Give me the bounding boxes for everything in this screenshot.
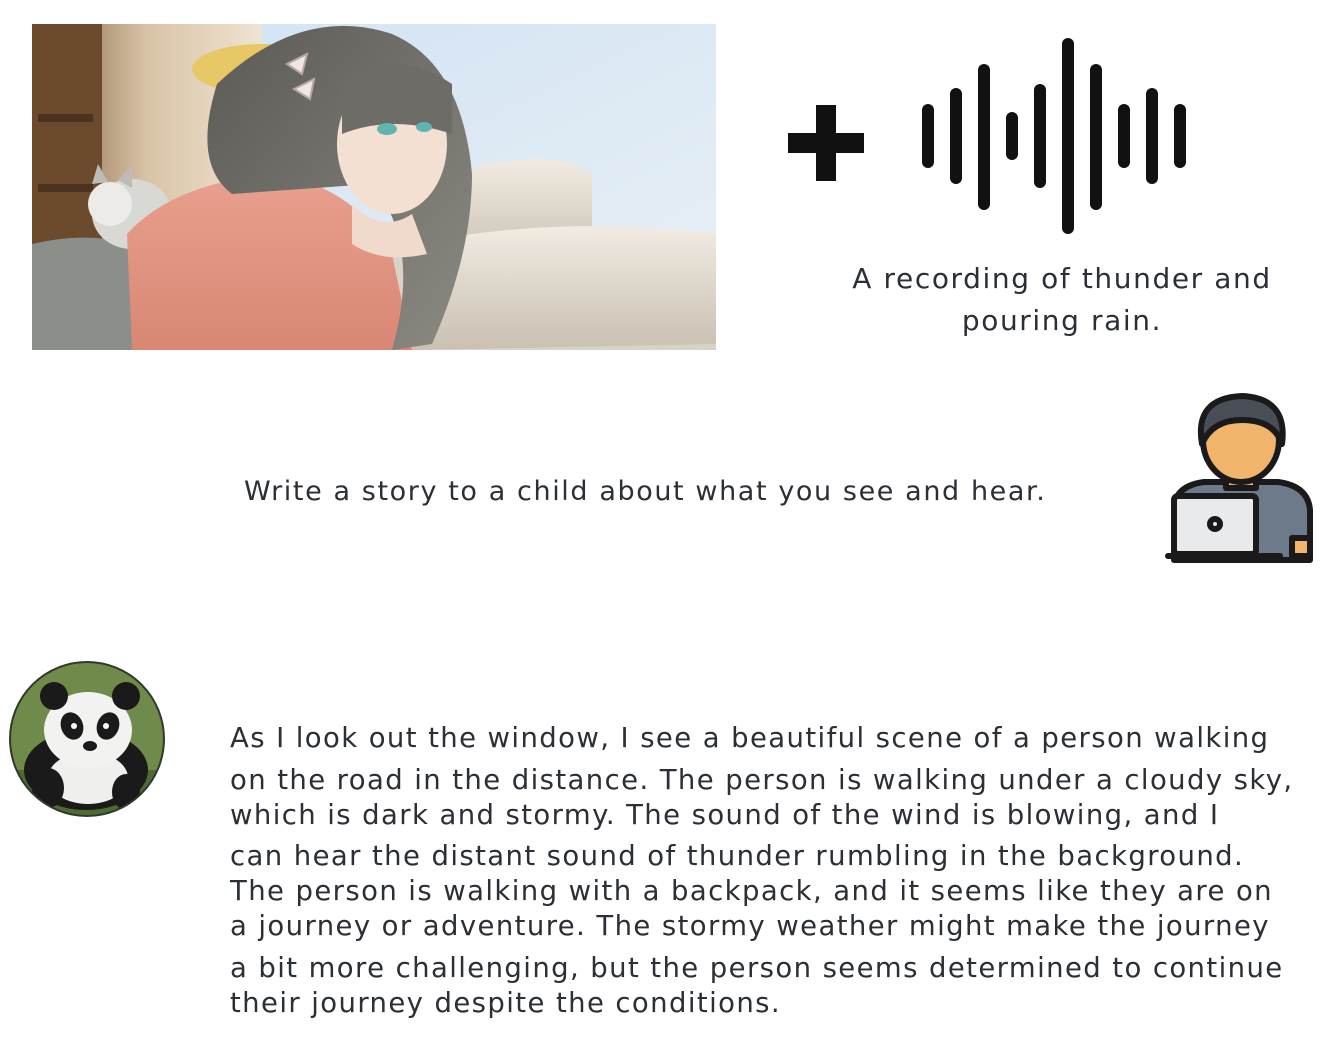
response-line: which is dark and stormy. The sound of t… xyxy=(230,799,1220,831)
response-line: a bit more challenging, but the person s… xyxy=(230,952,1284,984)
plus-icon xyxy=(788,105,864,181)
user-prompt: Write a story to a child about what you … xyxy=(244,476,1047,507)
sound-waveform-icon xyxy=(922,38,1186,234)
audio-caption: A recording of thunder and pouring rain. xyxy=(852,262,1272,337)
response-line: As I look out the window, I see a beauti… xyxy=(230,722,1270,754)
response-line: can hear the distant sound of thunder ru… xyxy=(230,840,1245,872)
response-line: a journey or adventure. The stormy weath… xyxy=(230,910,1270,942)
input-image xyxy=(32,24,716,350)
user-at-laptop-icon xyxy=(1165,393,1313,563)
assistant-response: As I look out the window, I see a beauti… xyxy=(230,720,1320,1022)
response-line: The person is walking with a backpack, a… xyxy=(230,875,1274,907)
response-line: their journey despite the conditions. xyxy=(230,987,782,1019)
response-line: on the road in the distance. The person … xyxy=(230,764,1294,796)
panda-avatar-icon xyxy=(9,661,165,817)
